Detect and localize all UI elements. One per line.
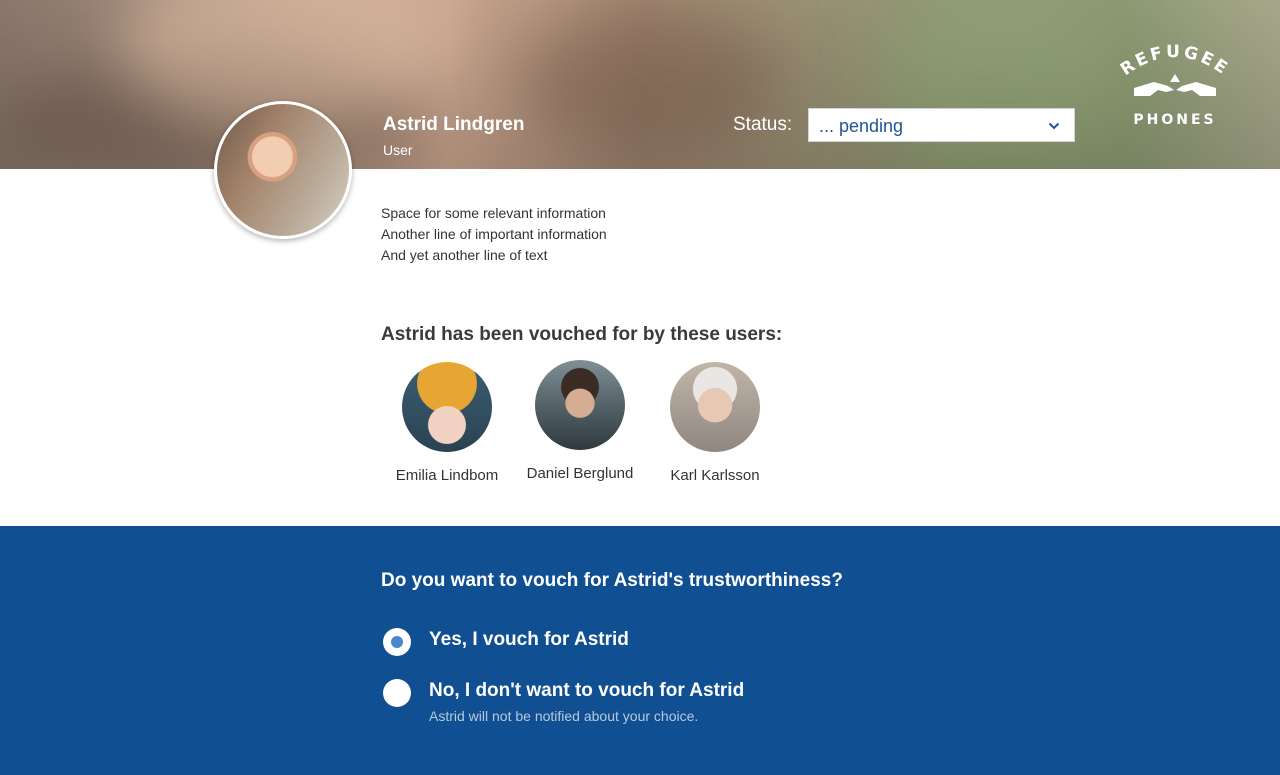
refugee-phones-logo[interactable]: REFUGEE PHONES [1120, 44, 1230, 130]
vouch-no-radio[interactable] [383, 679, 411, 707]
user-name: Astrid Lindgren [383, 114, 525, 135]
vouch-yes-label[interactable]: Yes, I vouch for Astrid [429, 629, 629, 651]
voucher-avatar [670, 362, 760, 452]
vouchers-heading: Astrid has been vouched for by these use… [381, 324, 783, 345]
voucher-name: Emilia Lindbom [395, 467, 499, 484]
voucher-card[interactable]: Karl Karlsson [640, 362, 790, 484]
vouch-no-label[interactable]: No, I don't want to vouch for Astrid [429, 680, 744, 702]
svg-text:PHONES: PHONES [1133, 112, 1216, 128]
status-dropdown[interactable]: ... pending [808, 108, 1075, 142]
profile-header-banner [0, 0, 1280, 169]
voucher-card[interactable]: Emilia Lindbom [372, 362, 522, 484]
user-avatar [214, 101, 352, 239]
voucher-name: Daniel Berglund [526, 465, 634, 482]
vouch-question-panel [0, 526, 1280, 775]
chevron-down-icon [1048, 122, 1060, 130]
info-line: Another line of important information [381, 226, 607, 242]
radio-selected-dot [391, 636, 403, 648]
status-value: ... pending [819, 116, 904, 136]
vouch-yes-radio[interactable] [383, 628, 411, 656]
voucher-name: Karl Karlsson [670, 467, 760, 484]
vouch-question: Do you want to vouch for Astrid's trustw… [381, 570, 843, 591]
voucher-avatar [535, 360, 625, 450]
vouch-no-hint: Astrid will not be notified about your c… [429, 708, 699, 724]
voucher-card[interactable]: Daniel Berglund [505, 360, 655, 482]
info-line: Space for some relevant information [381, 205, 606, 221]
info-line: And yet another line of text [381, 247, 548, 263]
status-label: Status: [733, 114, 793, 135]
user-role: User [383, 142, 413, 158]
voucher-avatar [402, 362, 492, 452]
